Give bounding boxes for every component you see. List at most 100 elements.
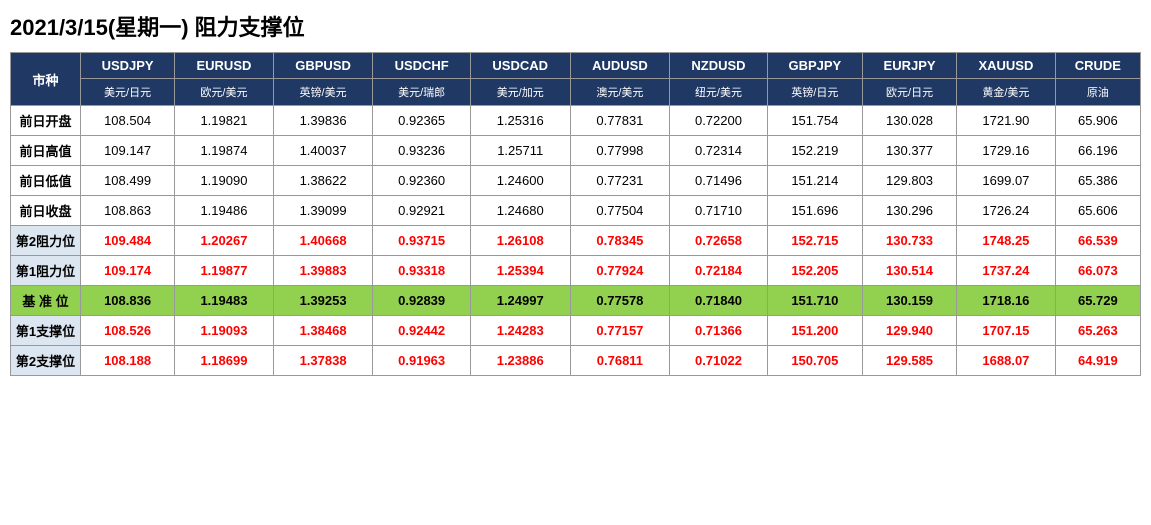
table-row: 基 准 位108.8361.194831.392530.928391.24997… xyxy=(11,286,1141,316)
row-label-8: 第2支撑位 xyxy=(11,346,81,376)
cell-4-3: 0.93715 xyxy=(373,226,470,256)
header-code-6: AUDUSD xyxy=(570,53,670,79)
header-code-7: NZDUSD xyxy=(670,53,767,79)
row-label-3: 前日收盘 xyxy=(11,196,81,226)
cell-1-7: 152.219 xyxy=(767,136,862,166)
cell-6-7: 151.710 xyxy=(767,286,862,316)
cell-6-2: 1.39253 xyxy=(273,286,373,316)
cell-8-2: 1.37838 xyxy=(273,346,373,376)
table-row: 第2阻力位109.4841.202671.406680.937151.26108… xyxy=(11,226,1141,256)
header-code-5: USDCAD xyxy=(470,53,570,79)
cell-2-0: 108.499 xyxy=(81,166,175,196)
cell-4-6: 0.72658 xyxy=(670,226,767,256)
cell-8-5: 0.76811 xyxy=(570,346,670,376)
cell-4-0: 109.484 xyxy=(81,226,175,256)
cell-0-9: 1721.90 xyxy=(957,106,1056,136)
cell-8-6: 0.71022 xyxy=(670,346,767,376)
cell-3-9: 1726.24 xyxy=(957,196,1056,226)
cell-7-7: 151.200 xyxy=(767,316,862,346)
cell-5-8: 130.514 xyxy=(862,256,956,286)
table-row: 第2支撑位108.1881.186991.378380.919631.23886… xyxy=(11,346,1141,376)
cell-4-8: 130.733 xyxy=(862,226,956,256)
row-label-0: 前日开盘 xyxy=(11,106,81,136)
cell-0-4: 1.25316 xyxy=(470,106,570,136)
cell-4-4: 1.26108 xyxy=(470,226,570,256)
cell-1-6: 0.72314 xyxy=(670,136,767,166)
header-code-10: XAUUSD xyxy=(957,53,1056,79)
table-row: 第1阻力位109.1741.198771.398830.933181.25394… xyxy=(11,256,1141,286)
cell-3-2: 1.39099 xyxy=(273,196,373,226)
header-sub-1: 美元/日元 xyxy=(81,79,175,106)
page-title: 2021/3/15(星期一) 阻力支撑位 xyxy=(10,10,1141,42)
cell-4-2: 1.40668 xyxy=(273,226,373,256)
cell-3-8: 130.296 xyxy=(862,196,956,226)
cell-0-6: 0.72200 xyxy=(670,106,767,136)
cell-6-5: 0.77578 xyxy=(570,286,670,316)
header-code-0: 市种 xyxy=(11,53,81,106)
row-label-2: 前日低值 xyxy=(11,166,81,196)
header-sub-2: 欧元/美元 xyxy=(175,79,274,106)
cell-5-1: 1.19877 xyxy=(175,256,274,286)
cell-3-0: 108.863 xyxy=(81,196,175,226)
cell-5-9: 1737.24 xyxy=(957,256,1056,286)
cell-6-8: 130.159 xyxy=(862,286,956,316)
cell-6-0: 108.836 xyxy=(81,286,175,316)
cell-4-9: 1748.25 xyxy=(957,226,1056,256)
row-label-5: 第1阻力位 xyxy=(11,256,81,286)
cell-5-3: 0.93318 xyxy=(373,256,470,286)
cell-6-6: 0.71840 xyxy=(670,286,767,316)
cell-1-8: 130.377 xyxy=(862,136,956,166)
data-table: 市种USDJPYEURUSDGBPUSDUSDCHFUSDCADAUDUSDNZ… xyxy=(10,52,1141,376)
header-row-codes: 市种USDJPYEURUSDGBPUSDUSDCHFUSDCADAUDUSDNZ… xyxy=(11,53,1141,79)
cell-2-5: 0.77231 xyxy=(570,166,670,196)
header-code-11: CRUDE xyxy=(1055,53,1140,79)
cell-8-7: 150.705 xyxy=(767,346,862,376)
header-sub-6: 澳元/美元 xyxy=(570,79,670,106)
cell-1-10: 66.196 xyxy=(1055,136,1140,166)
cell-5-5: 0.77924 xyxy=(570,256,670,286)
header-sub-5: 美元/加元 xyxy=(470,79,570,106)
cell-6-4: 1.24997 xyxy=(470,286,570,316)
cell-3-3: 0.92921 xyxy=(373,196,470,226)
cell-8-10: 64.919 xyxy=(1055,346,1140,376)
cell-3-4: 1.24680 xyxy=(470,196,570,226)
header-sub-9: 欧元/日元 xyxy=(862,79,956,106)
cell-0-7: 151.754 xyxy=(767,106,862,136)
cell-5-2: 1.39883 xyxy=(273,256,373,286)
header-code-9: EURJPY xyxy=(862,53,956,79)
header-code-2: EURUSD xyxy=(175,53,274,79)
cell-5-6: 0.72184 xyxy=(670,256,767,286)
header-code-1: USDJPY xyxy=(81,53,175,79)
cell-3-5: 0.77504 xyxy=(570,196,670,226)
cell-6-1: 1.19483 xyxy=(175,286,274,316)
cell-8-3: 0.91963 xyxy=(373,346,470,376)
cell-2-4: 1.24600 xyxy=(470,166,570,196)
cell-1-4: 1.25711 xyxy=(470,136,570,166)
cell-4-7: 152.715 xyxy=(767,226,862,256)
cell-5-4: 1.25394 xyxy=(470,256,570,286)
cell-0-0: 108.504 xyxy=(81,106,175,136)
cell-2-7: 151.214 xyxy=(767,166,862,196)
cell-3-10: 65.606 xyxy=(1055,196,1140,226)
cell-8-4: 1.23886 xyxy=(470,346,570,376)
row-label-4: 第2阻力位 xyxy=(11,226,81,256)
cell-7-9: 1707.15 xyxy=(957,316,1056,346)
cell-2-1: 1.19090 xyxy=(175,166,274,196)
table-row: 前日低值108.4991.190901.386220.923601.246000… xyxy=(11,166,1141,196)
header-code-8: GBPJPY xyxy=(767,53,862,79)
cell-7-0: 108.526 xyxy=(81,316,175,346)
cell-6-3: 0.92839 xyxy=(373,286,470,316)
cell-5-0: 109.174 xyxy=(81,256,175,286)
cell-3-7: 151.696 xyxy=(767,196,862,226)
cell-2-10: 65.386 xyxy=(1055,166,1140,196)
cell-1-5: 0.77998 xyxy=(570,136,670,166)
cell-4-1: 1.20267 xyxy=(175,226,274,256)
cell-2-6: 0.71496 xyxy=(670,166,767,196)
header-sub-3: 英镑/美元 xyxy=(273,79,373,106)
cell-6-9: 1718.16 xyxy=(957,286,1056,316)
header-sub-8: 英镑/日元 xyxy=(767,79,862,106)
table-row: 前日高值109.1471.198741.400370.932361.257110… xyxy=(11,136,1141,166)
cell-2-3: 0.92360 xyxy=(373,166,470,196)
cell-5-7: 152.205 xyxy=(767,256,862,286)
cell-0-1: 1.19821 xyxy=(175,106,274,136)
